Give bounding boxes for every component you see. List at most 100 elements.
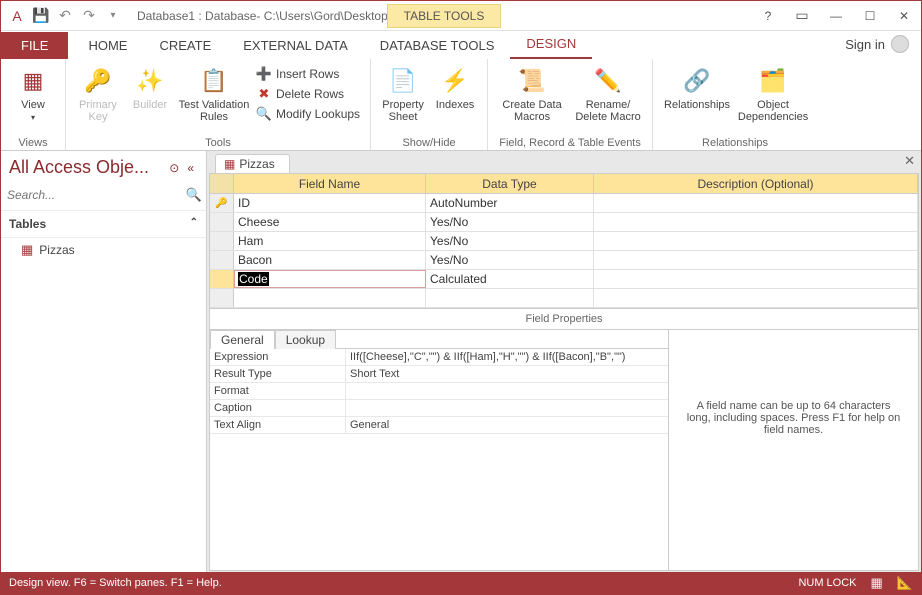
design-row[interactable]: Cheese Yes/No: [210, 213, 918, 232]
nav-header[interactable]: All Access Obje... ⊙ «: [1, 151, 206, 184]
ribbon-tabs: FILE HOME CREATE EXTERNAL DATA DATABASE …: [1, 31, 921, 59]
description-cell[interactable]: [594, 194, 918, 212]
field-name-cell[interactable]: [234, 289, 426, 307]
field-name-cell[interactable]: Cheese: [234, 213, 426, 231]
sign-in-label: Sign in: [845, 37, 885, 52]
col-field-name[interactable]: Field Name: [234, 174, 426, 193]
tab-database-tools[interactable]: DATABASE TOOLS: [364, 32, 511, 59]
relationships-button[interactable]: 🔗 Relationships: [661, 61, 733, 111]
tab-design[interactable]: DESIGN: [510, 30, 592, 59]
design-view-icon[interactable]: 📐: [897, 575, 913, 591]
close-button[interactable]: ✕: [887, 4, 921, 28]
document-tabs: ▦ Pizzas ✕: [207, 151, 921, 173]
field-name-cell[interactable]: ID: [234, 194, 426, 212]
field-name-cell[interactable]: Code: [234, 270, 426, 288]
design-row[interactable]: Bacon Yes/No: [210, 251, 918, 270]
maximize-button[interactable]: ☐: [853, 4, 887, 28]
minimize-button[interactable]: —: [819, 4, 853, 28]
qat-customize-icon[interactable]: ▾: [103, 6, 123, 26]
row-selector[interactable]: [210, 232, 234, 250]
data-type-cell[interactable]: Yes/No: [426, 213, 594, 231]
data-type-cell[interactable]: Yes/No: [426, 251, 594, 269]
row-selector-header[interactable]: [210, 174, 234, 193]
insert-rows-icon: ➕: [256, 66, 272, 82]
design-row-empty[interactable]: [210, 289, 918, 308]
row-selector[interactable]: [210, 270, 234, 288]
field-properties-help: A field name can be up to 64 characters …: [668, 330, 918, 570]
description-cell[interactable]: [594, 251, 918, 269]
window-buttons: ? ▭ — ☐ ✕: [751, 4, 921, 28]
tab-file[interactable]: FILE: [1, 32, 68, 59]
description-cell[interactable]: [594, 232, 918, 250]
col-data-type[interactable]: Data Type: [426, 174, 594, 193]
field-name-cell[interactable]: Ham: [234, 232, 426, 250]
design-row[interactable]: 🔑 ID AutoNumber: [210, 194, 918, 213]
delete-rows-button[interactable]: ✖Delete Rows: [254, 85, 362, 103]
tab-external-data[interactable]: EXTERNAL DATA: [227, 32, 364, 59]
sign-in[interactable]: Sign in: [833, 29, 921, 59]
row-selector[interactable]: [210, 251, 234, 269]
description-cell[interactable]: [594, 289, 918, 307]
nav-collapse-icon[interactable]: «: [183, 161, 198, 175]
data-type-cell[interactable]: Calculated: [426, 270, 594, 288]
nav-dropdown-icon[interactable]: ⊙: [165, 161, 183, 175]
design-row[interactable]: Ham Yes/No: [210, 232, 918, 251]
property-sheet-button[interactable]: 📄 Property Sheet: [379, 61, 427, 123]
save-icon[interactable]: 💾: [31, 6, 51, 26]
redo-icon[interactable]: ↷: [79, 6, 99, 26]
field-name-cell[interactable]: Bacon: [234, 251, 426, 269]
indexes-button[interactable]: ⚡ Indexes: [431, 61, 479, 111]
dependencies-icon: 🗂️: [757, 65, 789, 97]
prop-row[interactable]: Text AlignGeneral: [210, 417, 668, 434]
ribbon-group-showhide: 📄 Property Sheet ⚡ Indexes Show/Hide: [371, 59, 488, 150]
undo-icon[interactable]: ↶: [55, 6, 75, 26]
data-type-cell[interactable]: Yes/No: [426, 232, 594, 250]
prop-row[interactable]: ExpressionIIf([Cheese],"C","") & IIf([Ha…: [210, 349, 668, 366]
help-button[interactable]: ?: [751, 4, 785, 28]
group-label: Show/Hide: [379, 135, 479, 149]
key-icon: 🔑: [82, 65, 114, 97]
col-description[interactable]: Description (Optional): [594, 174, 918, 193]
test-validation-button[interactable]: 📋 Test Validation Rules: [178, 61, 250, 123]
ribbon-group-tools: 🔑 Primary Key ✨ Builder 📋 Test Validatio…: [66, 59, 371, 150]
grid-icon: ▦: [17, 65, 49, 97]
prop-row[interactable]: Format: [210, 383, 668, 400]
object-dependencies-button[interactable]: 🗂️ Object Dependencies: [737, 61, 809, 123]
group-label: Field, Record & Table Events: [496, 135, 644, 149]
nav-search: 🔍: [1, 184, 206, 211]
title-bar: A 💾 ↶ ↷ ▾ Database1 : Database- C:\Users…: [1, 1, 921, 31]
row-selector[interactable]: [210, 289, 234, 307]
tab-home[interactable]: HOME: [72, 32, 143, 59]
rename-delete-macro-button[interactable]: ✏️ Rename/ Delete Macro: [572, 61, 644, 123]
checklist-icon: 📋: [198, 65, 230, 97]
relationships-icon: 🔗: [681, 65, 713, 97]
ribbon-options-button[interactable]: ▭: [785, 4, 819, 28]
create-data-macros-button[interactable]: 📜 Create Data Macros: [496, 61, 568, 123]
row-selector[interactable]: 🔑: [210, 194, 234, 212]
insert-rows-button[interactable]: ➕Insert Rows: [254, 65, 362, 83]
view-button[interactable]: ▦ View ▾: [9, 61, 57, 122]
modify-lookups-button[interactable]: 🔍Modify Lookups: [254, 105, 362, 123]
description-cell[interactable]: [594, 270, 918, 288]
search-input[interactable]: [5, 186, 186, 204]
description-cell[interactable]: [594, 213, 918, 231]
nav-group-tables[interactable]: Tables ⌃: [1, 211, 206, 238]
tab-lookup[interactable]: Lookup: [275, 330, 336, 349]
close-tab-icon[interactable]: ✕: [904, 153, 915, 169]
datasheet-view-icon[interactable]: ▦: [871, 575, 883, 591]
data-type-cell[interactable]: [426, 289, 594, 307]
data-type-cell[interactable]: AutoNumber: [426, 194, 594, 212]
doc-tab-pizzas[interactable]: ▦ Pizzas: [215, 154, 290, 173]
prop-row[interactable]: Caption: [210, 400, 668, 417]
row-selector[interactable]: [210, 213, 234, 231]
tab-create[interactable]: CREATE: [143, 32, 227, 59]
prop-row[interactable]: Result TypeShort Text: [210, 366, 668, 383]
nav-item-pizzas[interactable]: ▦ Pizzas: [1, 238, 206, 262]
design-row-active[interactable]: Code Calculated: [210, 270, 918, 289]
builder-button[interactable]: ✨ Builder: [126, 61, 174, 111]
primary-key-button[interactable]: 🔑 Primary Key: [74, 61, 122, 123]
tab-general[interactable]: General: [210, 330, 275, 349]
dropdown-icon: ▾: [31, 113, 35, 122]
access-app-icon[interactable]: A: [7, 6, 27, 26]
search-icon[interactable]: 🔍: [186, 187, 202, 203]
